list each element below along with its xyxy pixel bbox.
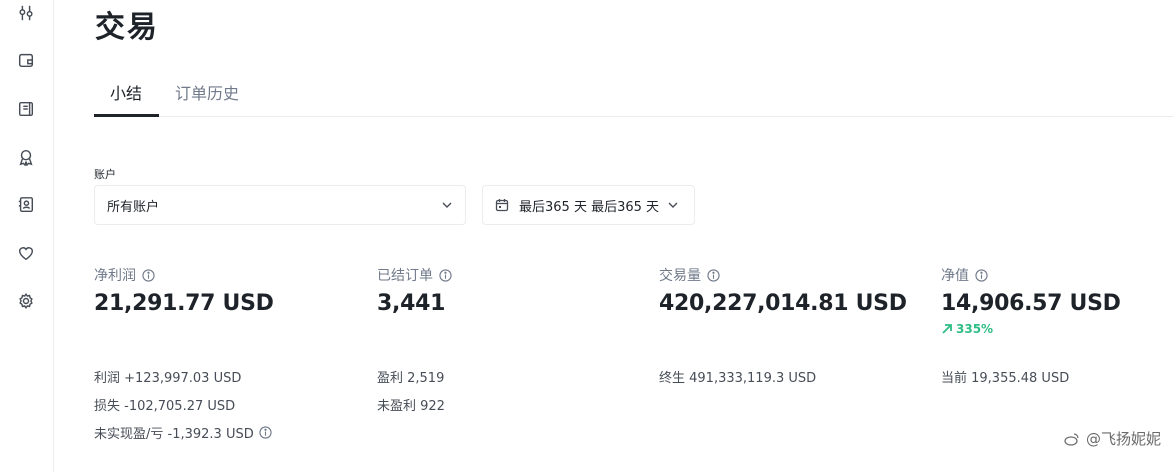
- page-title: 交易: [95, 10, 159, 45]
- tab-order-history[interactable]: 订单历史: [175, 80, 239, 104]
- profit-detail: 利润 +123,997.03 USD: [94, 371, 242, 386]
- heart-icon[interactable]: [16, 243, 36, 263]
- date-range-picker[interactable]: 最后365 天 最后365 天: [482, 185, 695, 225]
- current-equity-detail: 当前 19,355.48 USD: [941, 371, 1070, 386]
- stat-volume: 交易量 420,227,014.81 USD: [659, 265, 907, 316]
- equity-label: 净值: [941, 268, 969, 284]
- net-profit-value: 21,291.77 USD: [94, 291, 274, 316]
- award-icon[interactable]: [16, 147, 36, 167]
- tune-icon[interactable]: [16, 3, 36, 23]
- closed-orders-value: 3,441: [377, 291, 446, 316]
- unrealized-text: 未实现盈/亏 -1,392.3 USD: [94, 427, 254, 442]
- active-tab-indicator: [94, 114, 159, 117]
- stat-net-profit: 净利润 21,291.77 USD: [94, 265, 274, 316]
- info-icon[interactable]: [707, 268, 720, 282]
- weibo-logo-icon: [1064, 432, 1079, 446]
- date-range-value: 最后365 天 最后365 天: [519, 199, 660, 215]
- chevron-down-icon: [442, 202, 452, 208]
- profile-card-icon[interactable]: [16, 195, 36, 215]
- calendar-icon: [495, 199, 509, 212]
- stat-equity: 净值 14,906.57 USD 335%: [941, 265, 1121, 336]
- winning-orders-detail: 盈利 2,519: [377, 371, 445, 386]
- tab-summary[interactable]: 小结: [110, 80, 142, 104]
- watermark-text: @飞扬妮妮: [1085, 430, 1161, 448]
- equity-value: 14,906.57 USD: [941, 291, 1121, 316]
- account-select[interactable]: 所有账户: [94, 185, 466, 225]
- info-icon[interactable]: [259, 426, 272, 439]
- account-select-value: 所有账户: [107, 199, 160, 215]
- gear-icon[interactable]: [16, 291, 36, 311]
- net-profit-label: 净利润: [94, 268, 136, 284]
- lifetime-volume-detail: 终生 491,333,119.3 USD: [659, 371, 817, 386]
- account-label: 账户: [94, 168, 116, 181]
- orders-icon[interactable]: [16, 99, 36, 119]
- wallet-icon[interactable]: [16, 50, 36, 70]
- info-icon[interactable]: [142, 268, 155, 282]
- info-icon[interactable]: [975, 268, 988, 282]
- equity-growth-value: 335%: [956, 322, 994, 336]
- loss-detail: 损失 -102,705.27 USD: [94, 399, 236, 414]
- info-icon[interactable]: [439, 268, 452, 282]
- stat-closed-orders: 已结订单 3,441: [377, 265, 452, 316]
- arrow-up-right-icon: [942, 324, 952, 334]
- sidebar: [0, 0, 54, 472]
- watermark: @飞扬妮妮: [1064, 428, 1161, 449]
- equity-growth: 335%: [941, 322, 1121, 336]
- volume-label: 交易量: [659, 268, 701, 284]
- closed-orders-label: 已结订单: [377, 268, 433, 284]
- chevron-down-icon: [668, 202, 678, 208]
- volume-value: 420,227,014.81 USD: [659, 291, 907, 316]
- unrealized-detail: 未实现盈/亏 -1,392.3 USD: [94, 423, 272, 442]
- tab-bar: 小结 订单历史: [94, 70, 1173, 117]
- losing-orders-detail: 未盈利 922: [377, 399, 445, 414]
